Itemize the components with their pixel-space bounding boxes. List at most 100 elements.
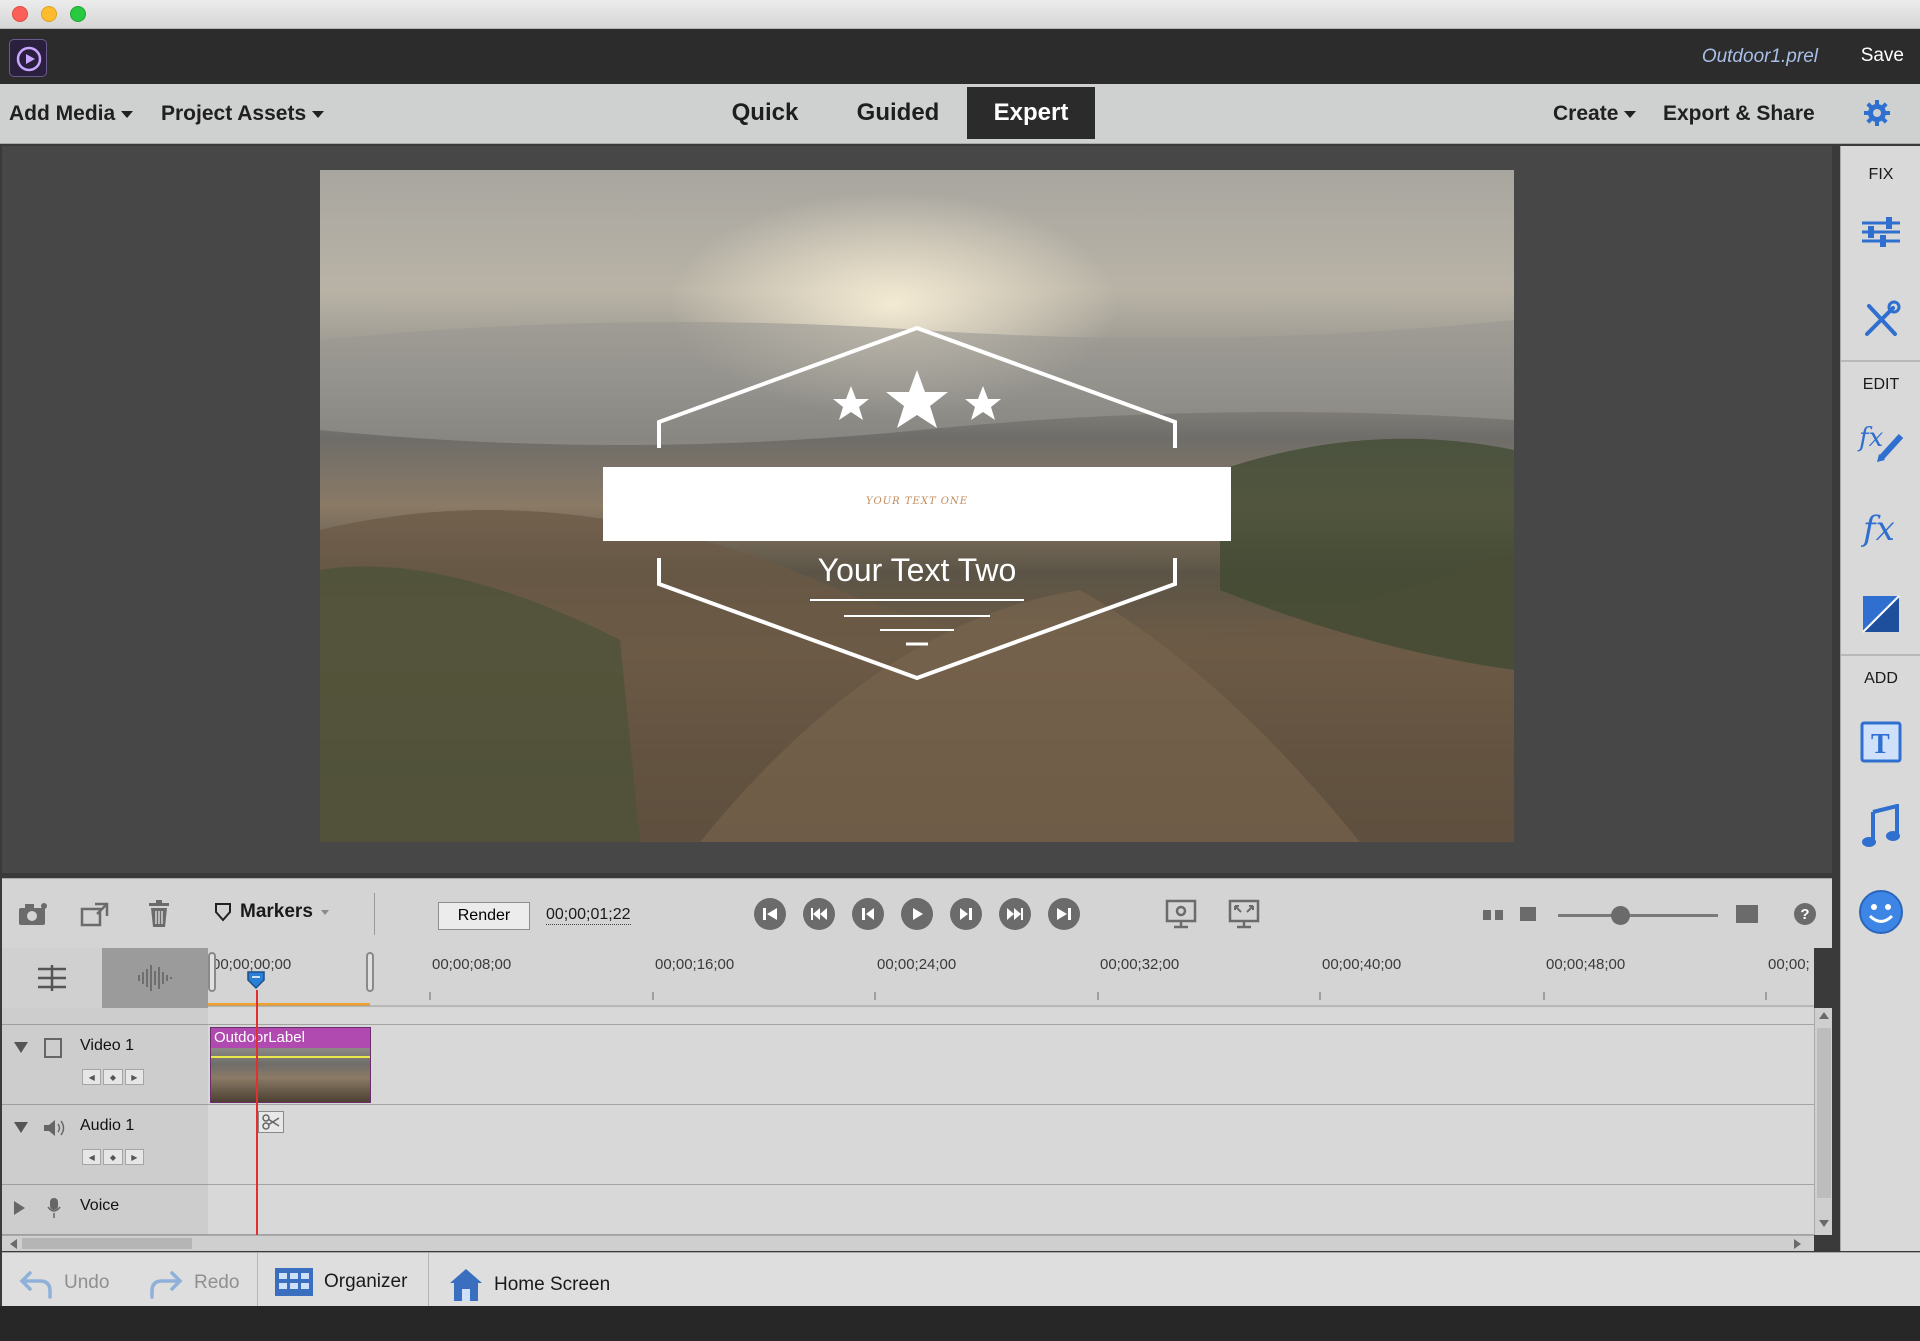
horizontal-scrollbar[interactable] [2,1235,1814,1251]
keyframe-controls[interactable]: ◀ ◆ ▶ [82,1069,144,1085]
zoom-out-icon[interactable] [1482,905,1504,923]
svg-text:T: T [1871,729,1890,760]
play-button[interactable] [901,898,933,930]
resize-icon[interactable] [78,897,112,931]
undo-icon [19,1271,52,1299]
bottom-bar-divider [257,1253,258,1307]
close-window-button[interactable] [12,6,28,22]
chevron-down-icon [312,110,325,118]
organizer-icon [275,1268,313,1296]
small-track-icon[interactable] [1520,907,1536,921]
export-share-menu[interactable]: Export & Share [1663,102,1815,126]
track-name-voice: Voice [80,1197,120,1214]
render-button[interactable]: Render [438,902,530,930]
timeline-ruler[interactable]: 00;00;00;00 00;00;08;00 00;00;16;00 00;0… [208,948,1814,1008]
keyframe-controls[interactable]: ◀ ◆ ▶ [82,1149,144,1165]
step-back-button[interactable] [852,898,884,930]
tab-quick[interactable]: Quick [712,87,818,139]
titles-icon[interactable]: T [1857,718,1905,766]
audio-track[interactable] [208,1105,1814,1185]
speaker-icon [42,1117,66,1139]
redo-button[interactable]: Redo [148,1267,239,1299]
track-spacer [2,1008,208,1025]
step-forward-button[interactable] [950,898,982,930]
ruler-ticks [208,992,1814,1007]
zoom-window-button[interactable] [70,6,86,22]
help-icon[interactable]: ? [1794,903,1816,925]
collapse-track-icon[interactable] [14,1042,28,1053]
minimize-window-button[interactable] [41,6,57,22]
track-spacer [208,1008,1814,1025]
organizer-label: Organizer [324,1271,408,1292]
panel-divider [1841,360,1920,362]
scrollbar-thumb[interactable] [22,1238,192,1249]
tools-icon[interactable] [1857,296,1905,344]
playhead-marker-icon[interactable] [246,970,266,990]
go-to-start-button[interactable] [754,898,786,930]
svg-text:fx: fx [1860,509,1895,548]
gear-icon[interactable] [1862,98,1892,128]
fix-section-label: FIX [1868,166,1894,183]
large-track-icon[interactable] [1736,905,1758,923]
collapse-track-icon[interactable] [14,1122,28,1133]
window-title-bar [0,0,1920,29]
camera-icon[interactable] [16,897,50,931]
project-filename: Outdoor1.prel [1701,46,1818,67]
video-preview[interactable]: YOUR TEXT ONE Your Text Two [320,170,1514,842]
adjust-icon[interactable] [1857,208,1905,256]
home-screen-button[interactable]: Home Screen [448,1267,610,1303]
work-area-start-handle[interactable] [208,952,216,992]
create-menu[interactable]: Create [1553,102,1637,126]
zoom-slider-thumb[interactable] [1611,906,1630,925]
scissors-icon[interactable] [258,1111,284,1133]
status-bar [0,1306,1920,1341]
clip-label: OutdoorLabel [211,1028,370,1048]
music-icon[interactable] [1857,802,1905,850]
vertical-scrollbar[interactable] [1814,1008,1832,1235]
scroll-left-icon[interactable] [10,1239,17,1249]
rewind-button[interactable] [803,898,835,930]
chevron-down-icon [320,909,329,915]
fullscreen-icon[interactable] [1227,897,1261,931]
fast-forward-button[interactable] [999,898,1031,930]
audio-waveform-icon[interactable] [102,948,208,1008]
graphics-icon[interactable] [1857,888,1905,936]
bottom-bar-divider [428,1253,429,1307]
app-logo-icon[interactable] [9,39,47,77]
add-media-menu[interactable]: Add Media [9,102,134,126]
track-list-icon[interactable] [2,948,102,1008]
zoom-slider-track[interactable] [1558,914,1718,917]
tab-expert[interactable]: Expert [967,87,1095,139]
clip-opacity-line [211,1056,370,1058]
video-track-header: Video 1 ◀ ◆ ▶ [2,1025,208,1105]
go-to-end-button[interactable] [1048,898,1080,930]
project-assets-label: Project Assets [161,102,307,125]
work-area-end-handle[interactable] [366,952,374,992]
track-name-video-1: Video 1 [80,1037,134,1054]
undo-button[interactable]: Undo [18,1267,109,1299]
trash-icon[interactable] [142,897,176,931]
effects-icon[interactable]: fx [1857,504,1905,552]
video-track[interactable]: OutdoorLabel [208,1025,1814,1105]
save-button[interactable]: Save [1861,45,1904,67]
scroll-right-icon[interactable] [1794,1239,1801,1249]
playhead-line[interactable] [256,990,258,1235]
monitor-settings-icon[interactable] [1164,897,1198,931]
expand-track-icon[interactable] [14,1201,25,1215]
organizer-button[interactable]: Organizer [274,1267,407,1297]
scroll-up-icon[interactable] [1819,1012,1829,1019]
timecode-display[interactable]: 00;00;01;22 [546,906,631,925]
voice-track[interactable] [208,1185,1814,1235]
tab-guided[interactable]: Guided [842,87,954,139]
mode-bar: Add Media Project Assets Quick Guided Ex… [0,84,1920,144]
title-line-two: Your Text Two [817,552,1017,588]
video-clip[interactable]: OutdoorLabel [210,1027,371,1103]
markers-menu[interactable]: Markers [214,901,329,923]
chevron-down-icon [1624,110,1637,118]
scrollbar-thumb[interactable] [1817,1028,1831,1198]
applied-effects-icon[interactable]: fx [1857,418,1905,466]
film-icon [44,1038,62,1058]
transitions-icon[interactable] [1857,590,1905,638]
project-assets-menu[interactable]: Project Assets [161,102,325,126]
scroll-down-icon[interactable] [1819,1220,1829,1227]
